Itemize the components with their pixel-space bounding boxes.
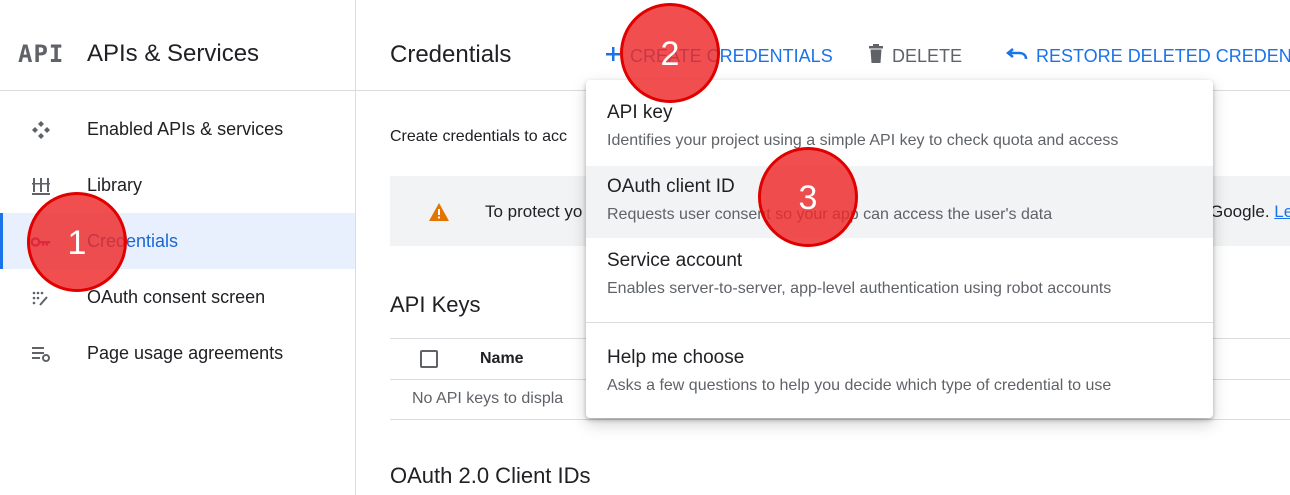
step-marker-2: 2 (620, 3, 720, 103)
menu-divider (586, 322, 1213, 323)
trash-icon (868, 43, 884, 69)
menu-item-description: Identifies your project using a simple A… (607, 132, 1119, 149)
api-keys-title: API Keys (390, 292, 481, 317)
step-marker-1: 1 (27, 192, 127, 292)
menu-item-description: Enables server-to-server, app-level auth… (607, 280, 1112, 297)
consent-icon (30, 287, 52, 309)
table-divider (390, 419, 1290, 420)
banner-tail-text: Google. (1210, 202, 1270, 221)
oauth-client-ids-title: OAuth 2.0 Client IDs (390, 463, 591, 488)
restore-label: RESTORE DELETED CREDENTIA (1036, 45, 1290, 66)
menu-item-oauth-client-id[interactable]: OAuth client ID Requests user consent so… (586, 166, 1213, 238)
sidebar-item-enabled-apis[interactable]: Enabled APIs & services (0, 101, 355, 157)
banner-text: To protect yo (485, 202, 583, 221)
step-marker-number: 2 (660, 34, 680, 73)
sidebar-item-label: Page usage agreements (87, 342, 284, 363)
top-bar: Credentials CREATE CREDENTIALS DELETE RE… (356, 0, 1290, 91)
page-title: Credentials (390, 41, 512, 68)
banner-tail: Google. Le (1210, 202, 1290, 222)
sidebar-header: API APIs & Services (0, 0, 355, 91)
column-header-name[interactable]: Name (480, 350, 524, 368)
settings-list-icon (30, 343, 52, 365)
menu-item-title: Service account (607, 250, 743, 271)
restore-deleted-credentials-button[interactable]: RESTORE DELETED CREDENTIA (1005, 44, 1290, 68)
undo-icon (1005, 46, 1028, 67)
sidebar-item-label: Enabled APIs & services (87, 118, 284, 139)
delete-button[interactable]: DELETE (868, 43, 963, 69)
library-icon (30, 175, 52, 197)
menu-item-title: OAuth client ID (607, 176, 735, 197)
delete-label: DELETE (892, 45, 963, 66)
intro-text: Create credentials to acc (390, 128, 567, 145)
select-all-checkbox[interactable] (420, 350, 438, 368)
sidebar-item-label: Library (87, 174, 143, 195)
create-credentials-menu: API key Identifies your project using a … (586, 80, 1213, 418)
banner-learn-more-link[interactable]: Le (1274, 202, 1290, 221)
menu-item-api-key[interactable]: API key Identifies your project using a … (586, 92, 1213, 164)
sidebar-item-page-usage[interactable]: Page usage agreements (0, 325, 355, 381)
product-title[interactable]: APIs & Services (87, 40, 259, 68)
menu-item-help-me-choose[interactable]: Help me choose Asks a few questions to h… (586, 337, 1213, 409)
empty-table-message: No API keys to displa (412, 390, 564, 407)
sidebar-item-label: OAuth consent screen (87, 286, 266, 307)
api-logo: API (18, 40, 65, 68)
menu-item-title: API key (607, 102, 673, 123)
menu-item-description: Asks a few questions to help you decide … (607, 377, 1112, 394)
warning-icon (428, 202, 450, 227)
step-marker-number: 3 (798, 178, 818, 217)
menu-item-service-account[interactable]: Service account Enables server-to-server… (586, 240, 1213, 312)
diamond-arrows-icon (30, 119, 52, 141)
step-marker-3: 3 (758, 147, 858, 247)
menu-item-title: Help me choose (607, 347, 745, 368)
step-marker-number: 1 (67, 223, 87, 262)
